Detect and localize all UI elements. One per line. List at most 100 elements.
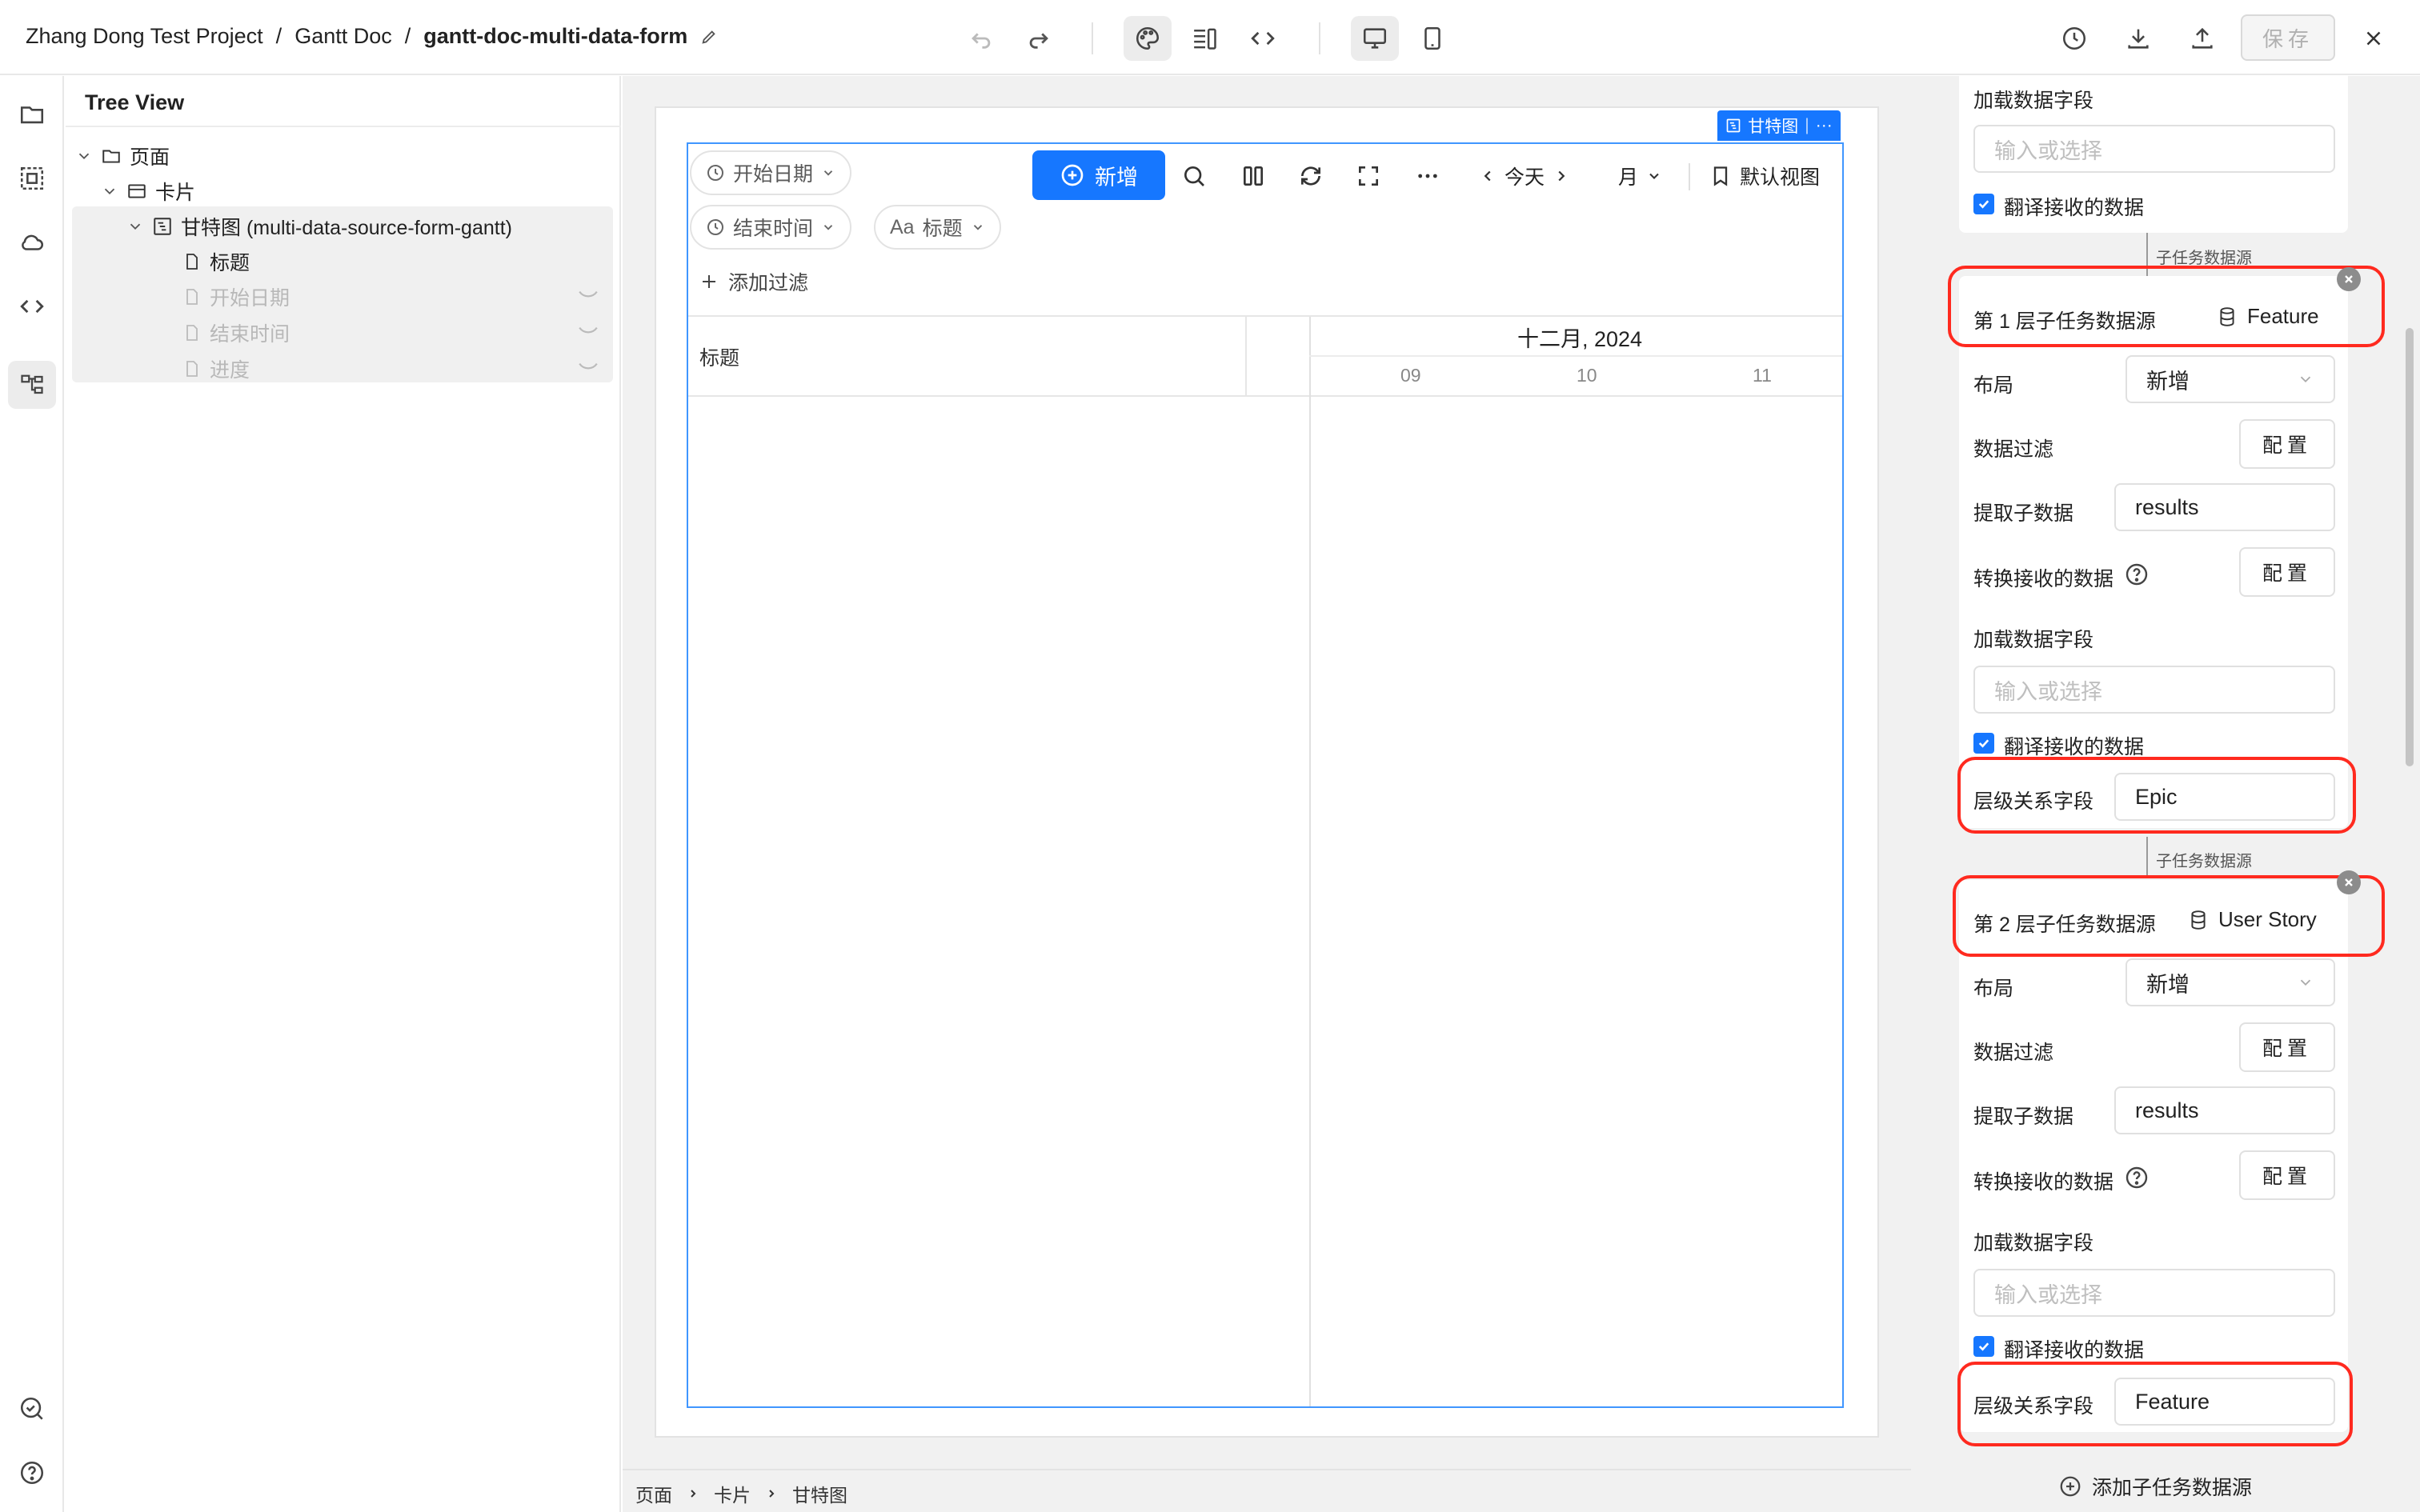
- add-sub-source-button[interactable]: 添加子任务数据源: [2058, 1472, 2252, 1501]
- data-source-picker[interactable]: User Story: [2188, 907, 2317, 932]
- title-field-chip[interactable]: Aa 标题: [874, 205, 1001, 250]
- breadcrumb-project[interactable]: Zhang Dong Test Project: [26, 24, 263, 49]
- chevron-down-icon: [823, 225, 833, 230]
- cloud-icon[interactable]: [8, 218, 56, 266]
- divider: [66, 126, 621, 127]
- file-icon: [186, 254, 198, 270]
- start-date-chip[interactable]: 开始日期: [690, 150, 852, 195]
- undo-icon[interactable]: [957, 16, 1005, 61]
- tree-item-start-date[interactable]: 开始日期: [182, 279, 290, 314]
- translate-label: 翻译接收的数据: [2004, 197, 2145, 219]
- component-path-breadcrumb: 页面 卡片 甘特图: [635, 1480, 847, 1507]
- data-source-picker[interactable]: Feature: [2217, 304, 2319, 329]
- download-icon[interactable]: [2114, 16, 2162, 61]
- more-icon[interactable]: [1413, 158, 1442, 194]
- hidden-eye-icon[interactable]: [578, 323, 599, 339]
- history-icon[interactable]: [2050, 16, 2098, 61]
- extract-input[interactable]: results: [2114, 483, 2335, 531]
- scrollbar[interactable]: [2406, 328, 2414, 766]
- transform-config-button[interactable]: 配置: [2239, 1150, 2335, 1200]
- add-record-button[interactable]: 新增: [1032, 150, 1165, 200]
- translate-label: 翻译接收的数据: [2004, 736, 2145, 758]
- table-header-title: 标题: [699, 347, 740, 370]
- code-icon[interactable]: [8, 282, 56, 330]
- clock-icon: [707, 165, 723, 181]
- tree-item-title[interactable]: 标题: [182, 244, 250, 279]
- tree-view-title: Tree View: [85, 90, 185, 114]
- date-navigator[interactable]: 今天: [1479, 158, 1570, 194]
- help-icon[interactable]: [2124, 562, 2150, 587]
- mobile-view-icon[interactable]: [1408, 16, 1456, 61]
- end-time-chip[interactable]: 结束时间: [690, 205, 852, 250]
- load-fields-input[interactable]: 输入或选择: [1973, 1269, 2335, 1317]
- search-icon[interactable]: [1181, 158, 1207, 194]
- chevron-down-icon: [2300, 979, 2311, 986]
- more-dots-icon[interactable]: ···: [1816, 116, 1833, 135]
- upload-icon[interactable]: [2178, 16, 2226, 61]
- default-view-button[interactable]: 默认视图: [1709, 158, 1820, 194]
- tree-view-panel: Tree View 页面 卡片 甘特图 (multi-data-source-f…: [66, 76, 621, 1512]
- extract-input[interactable]: results: [2114, 1086, 2335, 1134]
- remove-level-icon[interactable]: [2337, 870, 2361, 894]
- folder-icon[interactable]: [8, 90, 56, 138]
- layout-select[interactable]: 新增: [2126, 355, 2335, 403]
- save-button[interactable]: 保存: [2241, 14, 2335, 61]
- chip-label: 标题: [922, 218, 963, 240]
- transform-config-button[interactable]: 配置: [2239, 547, 2335, 597]
- breadcrumb-doc[interactable]: Gantt Doc: [294, 24, 392, 49]
- add-sub-source-label: 添加子任务数据源: [2092, 1477, 2253, 1499]
- hidden-eye-icon[interactable]: [578, 287, 599, 303]
- tree-item-card[interactable]: 卡片: [101, 174, 195, 209]
- gantt-chart[interactable]: 标题 十二月, 2024 09 10 11: [687, 142, 1844, 1408]
- filter-label: 数据过滤: [1973, 1042, 2054, 1064]
- today-button[interactable]: 今天: [1504, 162, 1545, 190]
- search-check-icon[interactable]: [8, 1385, 56, 1433]
- tag-divider: |: [1805, 116, 1809, 134]
- tree-item-end-time[interactable]: 结束时间: [182, 315, 290, 350]
- refresh-icon[interactable]: [1298, 158, 1324, 194]
- tree-item-progress[interactable]: 进度: [182, 351, 250, 386]
- timescale-select[interactable]: 月: [1618, 158, 1662, 194]
- load-fields-input[interactable]: 输入或选择: [1973, 125, 2335, 173]
- translate-checkbox[interactable]: [1973, 194, 1994, 214]
- translate-checkbox[interactable]: [1973, 1336, 1994, 1357]
- hidden-eye-icon[interactable]: [578, 359, 599, 375]
- check-icon: [1978, 200, 1989, 209]
- fullscreen-icon[interactable]: [1356, 158, 1381, 194]
- gantt-component-tag[interactable]: 甘特图 | ···: [1717, 110, 1841, 141]
- add-filter-button[interactable]: 添加过滤: [699, 267, 808, 296]
- filter-config-button[interactable]: 配置: [2239, 419, 2335, 469]
- tree-item-page[interactable]: 页面: [75, 138, 170, 174]
- theme-palette-icon[interactable]: [1124, 16, 1172, 61]
- code-icon[interactable]: [1239, 16, 1287, 61]
- close-icon[interactable]: [2350, 16, 2398, 61]
- load-fields-input[interactable]: 输入或选择: [1973, 666, 2335, 714]
- columns-icon[interactable]: [1240, 158, 1266, 194]
- hierarchy-input[interactable]: Feature: [2114, 1378, 2335, 1426]
- translate-checkbox[interactable]: [1973, 733, 1994, 754]
- breadcrumb-separator: /: [404, 24, 411, 48]
- check-icon: [1978, 1342, 1989, 1351]
- chevron-right-icon: [769, 1490, 775, 1498]
- path-item[interactable]: 页面: [635, 1480, 672, 1507]
- help-icon[interactable]: [2124, 1165, 2150, 1190]
- load-fields-label: 加载数据字段: [1973, 1232, 2094, 1254]
- clock-icon: [707, 219, 723, 235]
- path-item[interactable]: 甘特图: [792, 1480, 847, 1507]
- component-select-icon[interactable]: [8, 154, 56, 202]
- desktop-view-icon[interactable]: [1351, 16, 1399, 61]
- remove-level-icon[interactable]: [2337, 267, 2361, 291]
- filter-config-button[interactable]: 配置: [2239, 1022, 2335, 1072]
- help-icon[interactable]: [8, 1449, 56, 1497]
- layout-panel-icon[interactable]: [1181, 16, 1229, 61]
- path-item[interactable]: 卡片: [714, 1480, 751, 1507]
- layout-select[interactable]: 新增: [2126, 958, 2335, 1006]
- redo-icon[interactable]: [1015, 16, 1063, 61]
- hierarchy-label: 层级关系字段: [1973, 790, 2094, 813]
- edit-name-icon[interactable]: [700, 28, 718, 46]
- hierarchy-input[interactable]: Epic: [2114, 773, 2335, 821]
- data-source-value: User Story: [2218, 907, 2317, 931]
- tree-item-gantt[interactable]: 甘特图 (multi-data-source-form-gantt): [126, 209, 512, 244]
- plus-circle-icon: [1061, 164, 1084, 186]
- tree-structure-icon[interactable]: [8, 361, 56, 409]
